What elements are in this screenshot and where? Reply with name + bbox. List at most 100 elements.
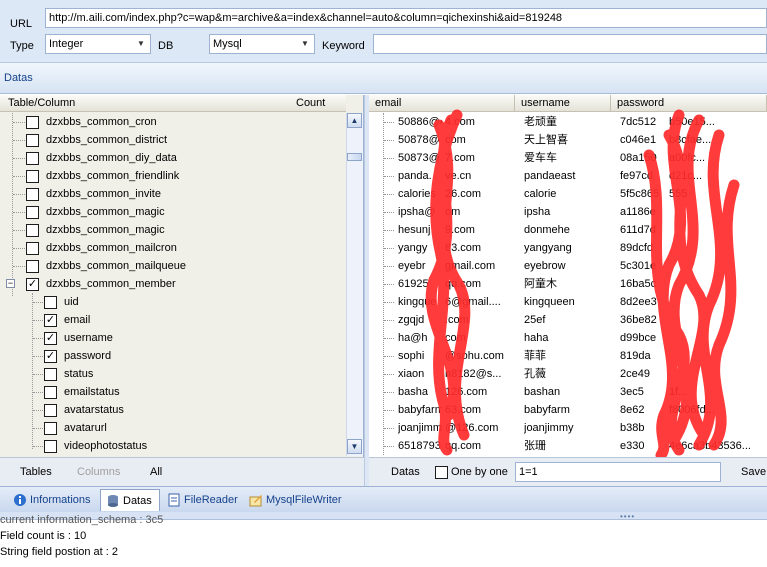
column-checkbox[interactable]: ✓ (44, 314, 57, 327)
tables-button[interactable]: Tables (20, 466, 52, 478)
tree-scrollbar[interactable]: ▲ ▼ (346, 113, 363, 456)
column-checkbox[interactable] (44, 404, 57, 417)
all-button[interactable]: All (150, 466, 162, 478)
tree-guide (33, 320, 43, 321)
table-row[interactable]: kingque 6@gmail.... kingqueen 8d2ee3 (369, 293, 767, 311)
table-checkbox[interactable] (26, 116, 39, 129)
tab-label: MysqlFileWriter (266, 494, 342, 506)
table-row[interactable]: yangy 63.com yangyang 89dcfd (369, 239, 767, 257)
tree-column-row[interactable]: ✓ email (0, 311, 346, 329)
tree-column-row[interactable]: emailstatus (0, 383, 346, 401)
tree-column-row[interactable]: avatarurl (0, 419, 346, 437)
table-row[interactable]: sophi @sohu.com 菲菲 819da (369, 347, 767, 365)
tree-column-row[interactable]: videophotostatus (0, 437, 346, 455)
table-row[interactable]: panda. ve.cn pandaeast fe97cd d21c... (369, 167, 767, 185)
column-header-email[interactable]: email (369, 95, 515, 112)
tree-guide (13, 158, 25, 159)
table-checkbox[interactable] (26, 224, 39, 237)
tab-informations[interactable]: Informations (8, 489, 98, 511)
tree-table-row[interactable]: dzxbbs_common_diy_data (0, 149, 346, 167)
column-header-count[interactable]: Count (288, 95, 346, 112)
table-tree-panel: Table/Column Count dzxbbs_common_cron dzx… (0, 95, 364, 457)
password-cell: d99bce (620, 332, 657, 344)
email-cell-tail: qq.com (445, 278, 482, 290)
tab-mysqlfilewriter[interactable]: MysqlFileWriter (244, 489, 348, 511)
password-cell: 611d7d (620, 224, 656, 236)
table-row[interactable]: 50886@404.com 老顽童 7dc512 b50e15... (369, 113, 767, 131)
column-checkbox[interactable] (44, 368, 57, 381)
tree-guide (33, 338, 43, 339)
tree-column-row[interactable]: avatarstatus (0, 401, 346, 419)
table-row[interactable]: eyebr gmail.com eyebrow 5c301e (369, 257, 767, 275)
email-cell: yangy (398, 242, 428, 254)
save-button[interactable]: Save (741, 466, 766, 478)
tree-column-row[interactable]: ✓ username (0, 329, 346, 347)
table-checkbox[interactable] (26, 152, 39, 165)
db-select[interactable]: Mysql ▼ (209, 34, 315, 54)
tab-filereader[interactable]: FileReader (162, 489, 240, 511)
table-checkbox[interactable] (26, 260, 39, 273)
table-row[interactable]: calories 26.com calorie 5f5c865 555 (369, 185, 767, 203)
tree-table-row[interactable]: dzxbbs_common_magic (0, 221, 346, 239)
type-select[interactable]: Integer ▼ (45, 34, 151, 54)
column-checkbox[interactable] (44, 386, 57, 399)
tab-datas[interactable]: Datas (100, 489, 160, 511)
tree-table-row[interactable]: dzxbbs_common_friendlink (0, 167, 346, 185)
table-row[interactable]: 61925 qq.com 阿童木 16ba5c (369, 275, 767, 293)
tree-column-row[interactable]: ✓ password (0, 347, 346, 365)
table-row[interactable]: ha@h com haha d99bce (369, 329, 767, 347)
db-label: DB (158, 40, 174, 52)
column-checkbox[interactable] (44, 440, 57, 453)
table-row[interactable]: ipsha@ om ipsha a1186e (369, 203, 767, 221)
column-name: avatarurl (64, 422, 107, 434)
table-checkbox[interactable] (26, 242, 39, 255)
tree-table-row[interactable]: dzxbbs_common_invite (0, 185, 346, 203)
table-row[interactable]: basha 126.com bashan 3ec5 1f... (369, 383, 767, 401)
table-row[interactable]: 50873@ 7.com 爱车车 08a150 a00fc... (369, 149, 767, 167)
table-row[interactable]: xiaon n8182@s... 孔薇 2ce49 (369, 365, 767, 383)
column-header-username[interactable]: username (515, 95, 611, 112)
url-input[interactable]: http://m.aili.com/index.php?c=wap&m=arch… (45, 8, 767, 28)
table-name: dzxbbs_common_mailqueue (46, 260, 187, 272)
tree-table-row[interactable]: − ✓ dzxbbs_common_member (0, 275, 346, 293)
collapse-icon[interactable]: − (6, 279, 15, 288)
tree-column-row[interactable]: status (0, 365, 346, 383)
column-header-table[interactable]: Table/Column (0, 95, 288, 112)
tree-column-row[interactable]: uid (0, 293, 346, 311)
scroll-down-icon[interactable]: ▼ (347, 439, 362, 454)
table-row[interactable]: hesunj 9.com donmehe 611d7d (369, 221, 767, 239)
table-row[interactable]: zgqjd .com 25ef 36be82 (369, 311, 767, 329)
scroll-thumb[interactable] (347, 153, 362, 161)
columns-button[interactable]: Columns (77, 466, 120, 478)
pencil-icon (249, 495, 262, 507)
column-header-password[interactable]: password (611, 95, 767, 112)
column-checkbox[interactable]: ✓ (44, 350, 57, 363)
table-checkbox[interactable] (26, 134, 39, 147)
tree-table-row[interactable]: dzxbbs_common_district (0, 131, 346, 149)
scroll-up-icon[interactable]: ▲ (347, 113, 362, 128)
table-row[interactable]: 50878@ com 天上智喜 c046e1 b8cfae... (369, 131, 767, 149)
table-checkbox[interactable] (26, 170, 39, 183)
column-checkbox[interactable] (44, 296, 57, 309)
password-cell-tail: d21c... (669, 170, 703, 182)
table-checkbox[interactable] (26, 188, 39, 201)
username-cell: ipsha (524, 206, 551, 218)
table-row[interactable]: joanjimmy@126.comjoanjimmyb38b (369, 419, 767, 437)
email-cell-tail: 126.com (445, 386, 488, 398)
tree-table-row[interactable]: dzxbbs_common_cron (0, 113, 346, 131)
one-by-one-checkbox[interactable] (435, 466, 448, 479)
table-row[interactable]: 6518793 qq.com 张珊 e330 4e6ca3b43536... (369, 437, 767, 455)
tree-table-row[interactable]: dzxbbs_common_mailqueue (0, 257, 346, 275)
tree-guide (33, 392, 43, 393)
condition-input[interactable]: 1=1 (515, 462, 721, 482)
table-checkbox[interactable]: ✓ (26, 278, 39, 291)
email-cell: 50878@ (398, 134, 440, 146)
tree-table-row[interactable]: dzxbbs_common_magic (0, 203, 346, 221)
tree-guide (33, 446, 43, 447)
keyword-input[interactable] (373, 34, 767, 54)
table-checkbox[interactable] (26, 206, 39, 219)
column-checkbox[interactable] (44, 422, 57, 435)
table-row[interactable]: babyfarm 63.com babyfarm 8e62 f8006fd... (369, 401, 767, 419)
column-checkbox[interactable]: ✓ (44, 332, 57, 345)
tree-table-row[interactable]: dzxbbs_common_mailcron (0, 239, 346, 257)
